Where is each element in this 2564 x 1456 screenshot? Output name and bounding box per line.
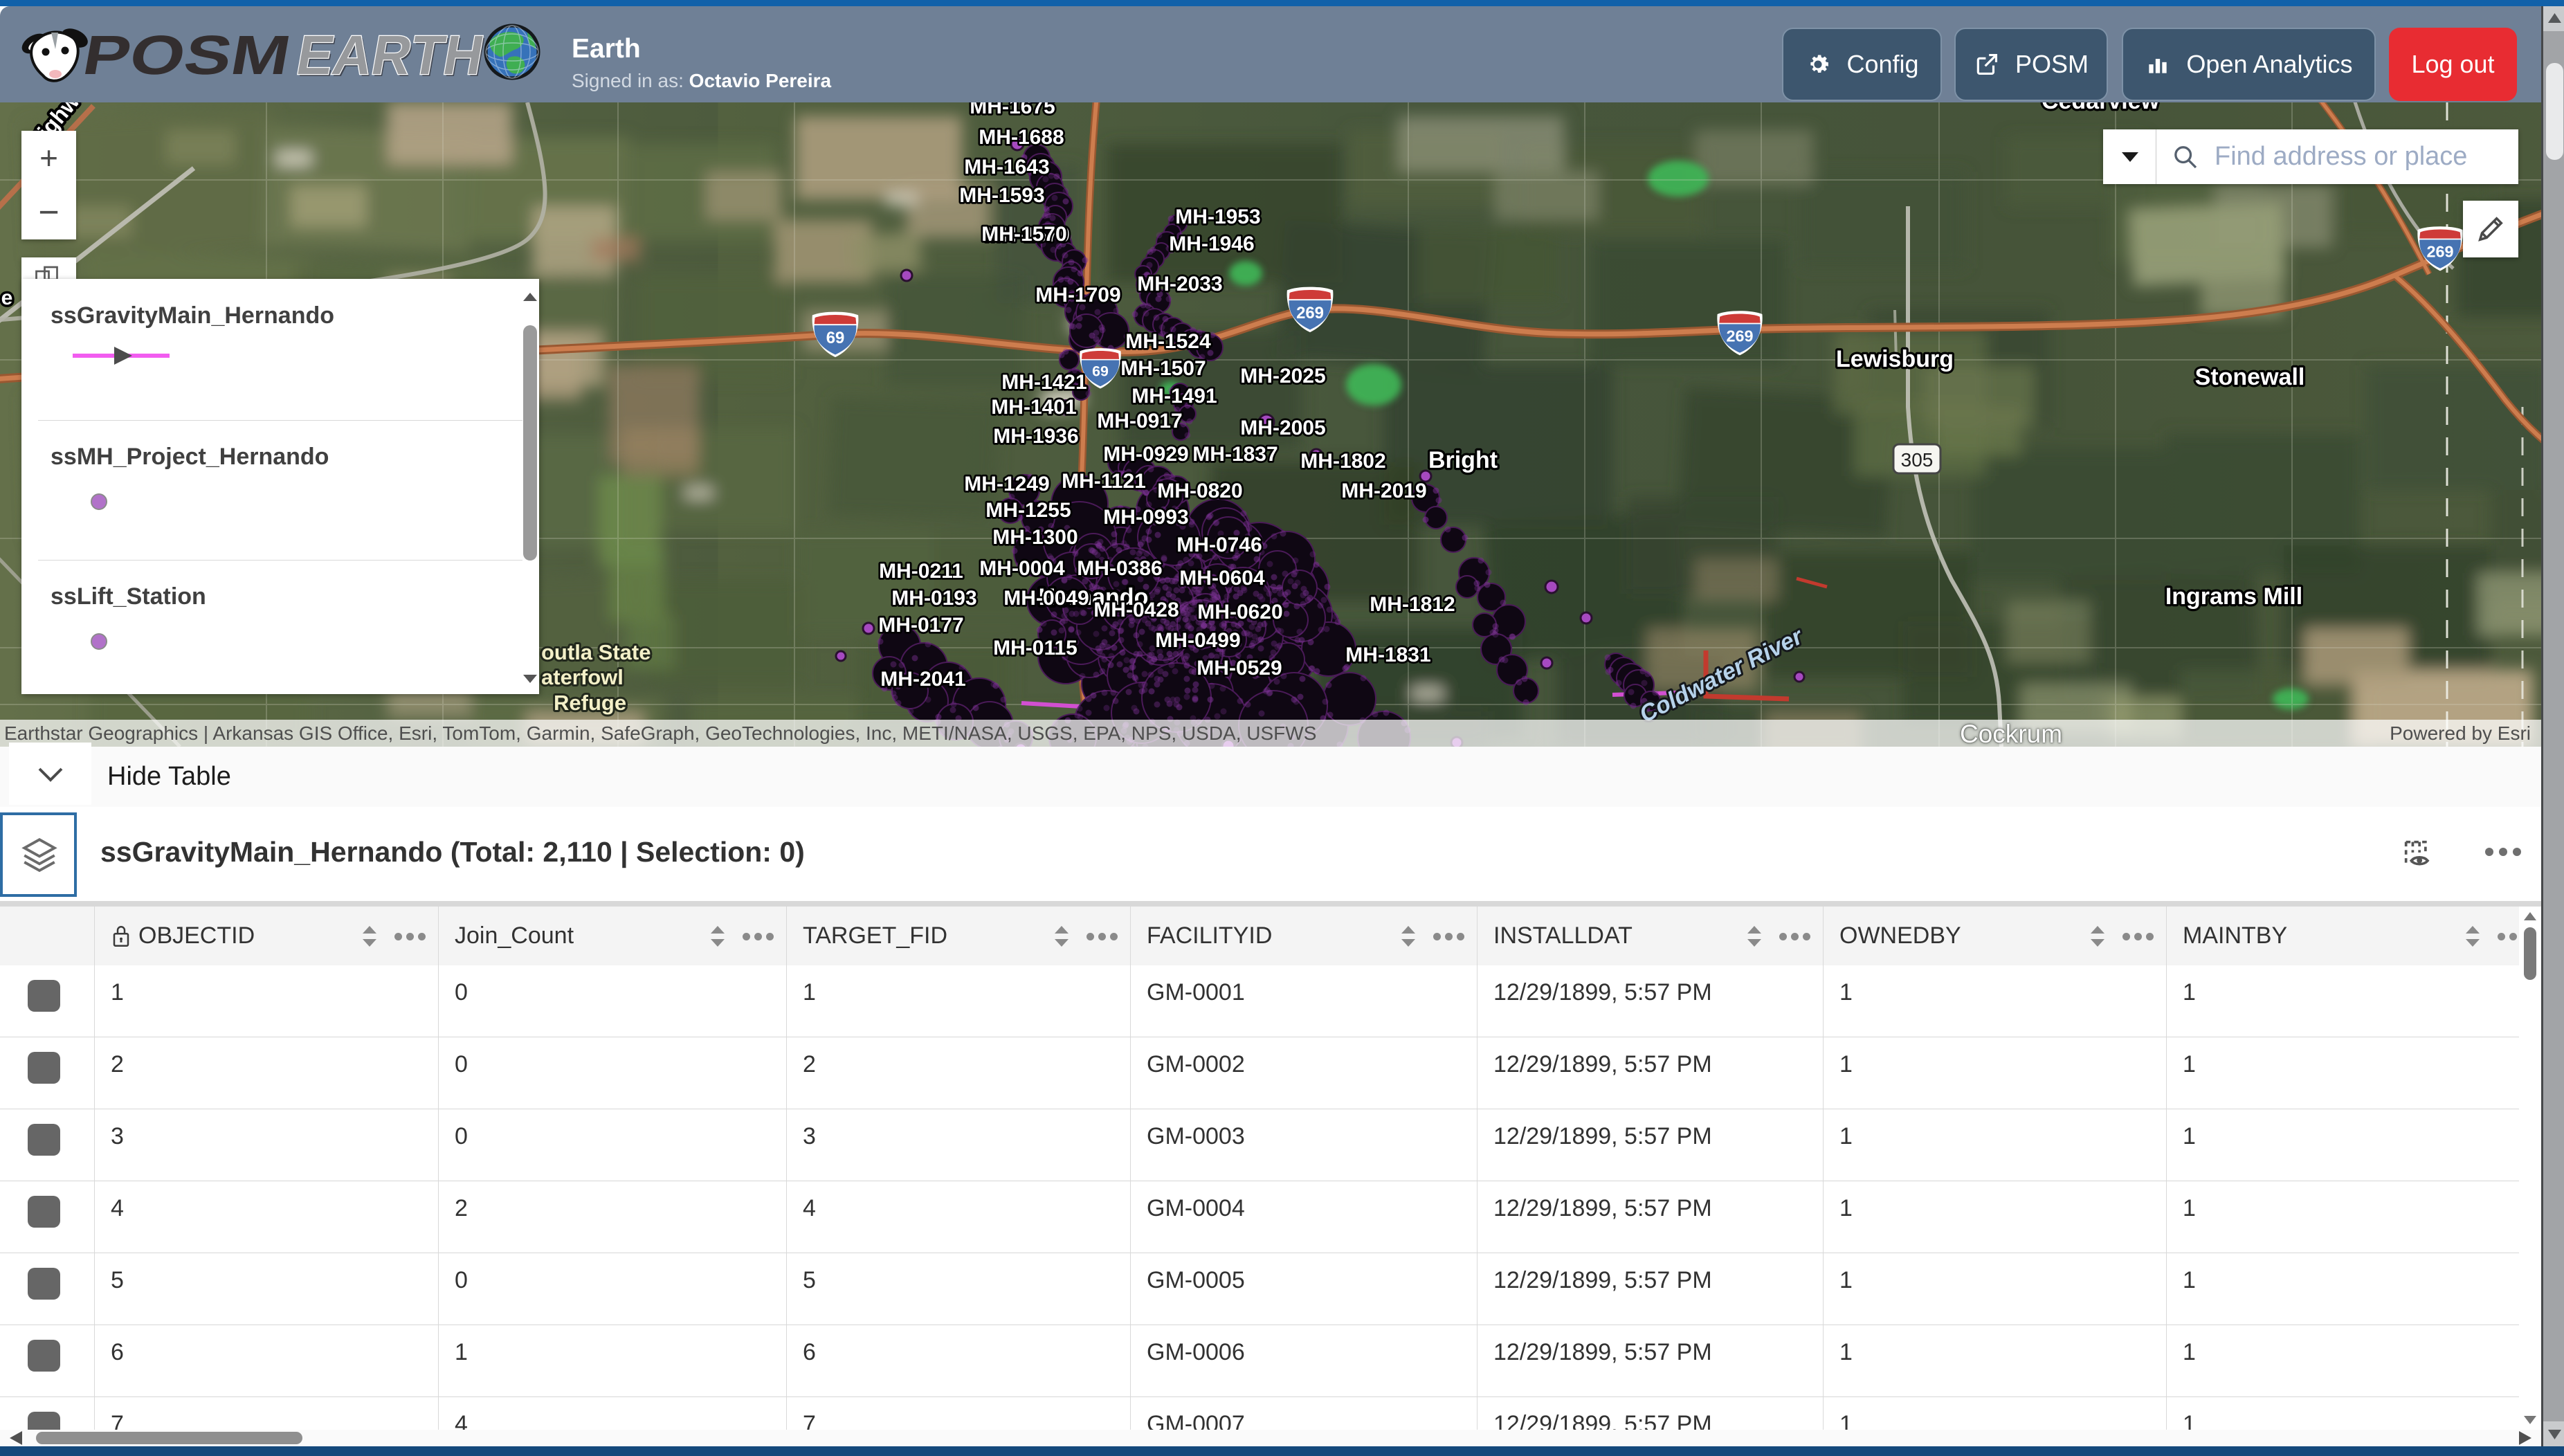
svg-text:MH-0049: MH-0049 [1003,587,1089,610]
svg-text:MH-1709: MH-1709 [1035,284,1120,307]
svg-text:MH-0428: MH-0428 [1093,599,1179,621]
svg-text:MH-1837: MH-1837 [1192,443,1278,466]
svg-text:MH-0193: MH-0193 [891,587,976,610]
svg-text:MH-1936: MH-1936 [993,425,1078,448]
svg-text:MH-0499: MH-0499 [1155,629,1240,652]
svg-text:MH-1675: MH-1675 [970,102,1055,118]
svg-text:MH-1507: MH-1507 [1120,357,1206,380]
svg-text:MH-1802: MH-1802 [1300,450,1385,473]
svg-text:MH-0929: MH-0929 [1103,443,1188,466]
svg-text:MH-0917: MH-0917 [1097,410,1182,433]
svg-text:Refuge: Refuge [554,691,626,715]
svg-text:aterfowl: aterfowl [541,665,624,689]
svg-text:69: 69 [1092,363,1109,379]
svg-text:MH-1643: MH-1643 [964,156,1049,179]
svg-text:MH-1401: MH-1401 [991,396,1076,419]
svg-text:MH-1249: MH-1249 [964,473,1049,495]
svg-text:MH-1255: MH-1255 [985,499,1071,522]
svg-text:EARTH: EARTH [292,25,489,87]
svg-text:MH-2025: MH-2025 [1240,365,1325,388]
svg-text:MH-0620: MH-0620 [1197,601,1282,624]
svg-text:MH-2033: MH-2033 [1137,273,1222,295]
svg-text:MH-0386: MH-0386 [1077,557,1162,580]
svg-text:269: 269 [2426,243,2453,261]
svg-text:MH-0004: MH-0004 [979,557,1065,580]
svg-text:MH-1831: MH-1831 [1345,644,1430,666]
svg-text:MH-0604: MH-0604 [1179,567,1265,590]
svg-text:MH-2041: MH-2041 [880,668,965,691]
svg-text:MH-1121: MH-1121 [1062,470,1146,493]
svg-text:outla State: outla State [541,640,651,664]
svg-text:e: e [1,286,13,309]
svg-text:MH-2019: MH-2019 [1341,480,1426,502]
svg-text:269: 269 [1726,327,1753,345]
svg-text:MH-0529: MH-0529 [1197,657,1282,680]
svg-text:MH-1812: MH-1812 [1370,593,1455,616]
svg-text:MH-1491: MH-1491 [1131,385,1217,408]
svg-text:MH-1593: MH-1593 [959,184,1044,207]
svg-text:POSM: POSM [78,25,296,87]
svg-text:MH-1524: MH-1524 [1125,330,1211,353]
svg-text:69: 69 [826,329,845,347]
svg-text:MH-0746: MH-0746 [1176,534,1262,556]
svg-text:Lewisburg: Lewisburg [1836,346,1954,372]
svg-text:MH-1953: MH-1953 [1175,206,1260,228]
svg-text:MH-0211: MH-0211 [879,560,963,583]
svg-text:Stonewall: Stonewall [2195,364,2305,390]
svg-text:MH-0177: MH-0177 [878,614,963,637]
svg-text:MH-0820: MH-0820 [1157,480,1242,502]
svg-text:269: 269 [1296,304,1324,322]
svg-text:MH-0115: MH-0115 [993,637,1078,659]
svg-text:305: 305 [1901,449,1934,471]
svg-text:MH-1946: MH-1946 [1169,233,1254,255]
svg-text:MH-1688: MH-1688 [979,126,1064,149]
svg-text:Ingrams Mill: Ingrams Mill [2165,583,2302,610]
svg-text:MH-0993: MH-0993 [1103,506,1188,529]
svg-text:Cedarview: Cedarview [2042,102,2160,114]
svg-text:MH-1421: MH-1421 [1001,371,1086,394]
svg-text:MH-1300: MH-1300 [992,526,1078,549]
svg-text:MH-1570: MH-1570 [981,223,1066,246]
svg-text:MH-2005: MH-2005 [1240,417,1325,439]
svg-text:Bright: Bright [1428,447,1498,473]
